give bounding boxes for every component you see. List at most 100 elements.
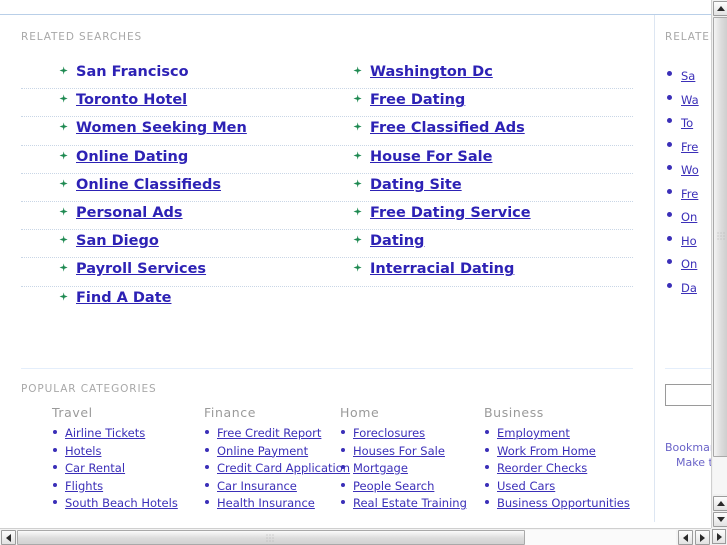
related-search-row: San Francisco Washington Dc (21, 61, 633, 90)
arrow-bullet-icon (59, 235, 68, 244)
right-sidebar: RELATED Sa Wa To Fre Wo Fre On Ho On Da Bookmark … (656, 15, 711, 522)
sidebar-search-input[interactable] (665, 384, 711, 406)
related-search-link[interactable]: Women Seeking Men (76, 120, 247, 136)
sidebar-related-link[interactable]: Fre (681, 187, 698, 201)
arrow-bullet-icon (59, 207, 68, 216)
category-link[interactable]: People Search (353, 479, 434, 493)
category-link[interactable]: Business Opportunities (497, 496, 630, 510)
category-link[interactable]: Flights (65, 479, 103, 493)
vertical-scrollbar[interactable] (711, 0, 727, 528)
grip-dots-icon (717, 232, 724, 242)
list-item: Ho (665, 230, 711, 254)
scroll-left-button[interactable] (1, 530, 16, 545)
related-search-link[interactable]: San Diego (76, 233, 159, 249)
category-link[interactable]: Used Cars (497, 479, 555, 493)
related-search-link[interactable]: Personal Ads (76, 205, 183, 221)
sidebar-related-link[interactable]: Wa (681, 93, 699, 107)
category-link[interactable]: Online Payment (217, 444, 308, 458)
triangle-right-icon (716, 532, 722, 541)
scroll-up-button[interactable] (713, 1, 727, 16)
related-search-link[interactable]: Free Dating (370, 92, 465, 108)
category-link[interactable]: Real Estate Training (353, 496, 467, 510)
arrow-bullet-icon (59, 94, 68, 103)
sidebar-related-link[interactable]: Sa (681, 69, 695, 83)
sidebar-related-link[interactable]: Ho (681, 234, 697, 248)
bullet-icon (205, 430, 209, 434)
category-link[interactable]: Employment (497, 426, 570, 440)
related-search-link[interactable]: House For Sale (370, 149, 492, 165)
related-search-row: Personal Ads Free Dating Service (21, 202, 633, 231)
bullet-icon (667, 235, 672, 241)
arrow-bullet-icon (59, 150, 68, 160)
related-search-cell: Online Classifieds (59, 177, 221, 193)
triangle-left-icon (6, 533, 11, 542)
category-link[interactable]: Foreclosures (353, 426, 425, 440)
related-search-link[interactable]: San Francisco (76, 64, 189, 80)
related-search-link[interactable]: Free Classified Ads (370, 120, 525, 136)
related-search-row: Online Dating House For Sale (21, 146, 633, 174)
list-item: Car Rental (52, 459, 202, 477)
triangle-left-icon (683, 533, 688, 542)
sidebar-related-link[interactable]: On (681, 257, 697, 271)
scroll-right-button[interactable] (695, 530, 710, 545)
list-item: Work From Home (484, 442, 634, 460)
horizontal-scrollbar[interactable] (0, 528, 711, 545)
category-link[interactable]: Health Insurance (217, 496, 315, 510)
list-item: People Search (340, 477, 490, 495)
related-search-link[interactable]: Find A Date (76, 290, 171, 306)
category-link[interactable]: Reorder Checks (497, 461, 587, 475)
sidebar-related-link[interactable]: To (681, 116, 693, 130)
sidebar-related-link[interactable]: Wo (681, 163, 699, 177)
window-corner-control[interactable] (711, 528, 727, 545)
related-search-link[interactable]: Interracial Dating (370, 261, 514, 277)
make-homepage-link[interactable]: Make thi (665, 455, 711, 470)
bullet-icon (667, 212, 672, 217)
category-link[interactable]: Hotels (65, 444, 101, 458)
list-item: Reorder Checks (484, 459, 634, 477)
related-search-link[interactable]: Toronto Hotel (76, 92, 187, 108)
category-link-list: Foreclosures Houses For Sale Mortgage Peopl… (340, 424, 490, 512)
list-item: Employment (484, 424, 634, 442)
related-search-cell: Dating Site (353, 177, 462, 193)
related-search-row: Online Classifieds Dating Site (21, 174, 633, 202)
horizontal-scrollbar-track[interactable] (17, 530, 676, 545)
bullet-icon (341, 430, 345, 434)
category-link[interactable]: Car Insurance (217, 479, 297, 493)
scroll-down-button[interactable] (713, 512, 727, 527)
list-item: On (665, 253, 711, 277)
category-link[interactable]: Airline Tickets (65, 426, 145, 440)
bookmark-link[interactable]: Bookmark (665, 440, 711, 455)
section-divider (21, 368, 633, 369)
sidebar-related-link[interactable]: Fre (681, 140, 698, 154)
sidebar-related-link[interactable]: On (681, 210, 697, 224)
related-search-link[interactable]: Payroll Services (76, 261, 206, 277)
arrow-bullet-icon (59, 66, 68, 75)
scroll-left-button-2[interactable] (678, 530, 693, 545)
category-column: Travel Airline Tickets Hotels Car Rental Fli… (52, 405, 202, 512)
category-link[interactable]: Houses For Sale (353, 444, 445, 458)
bullet-icon (485, 482, 489, 487)
category-link[interactable]: Credit Card Application (217, 461, 350, 475)
category-link[interactable]: Car Rental (65, 461, 125, 475)
list-item: South Beach Hotels (52, 494, 202, 512)
related-search-link[interactable]: Dating Site (370, 177, 462, 193)
category-title: Business (484, 405, 544, 420)
related-search-link[interactable]: Free Dating Service (370, 205, 531, 221)
list-item: Da (665, 277, 711, 301)
related-search-link[interactable]: Online Dating (76, 149, 188, 165)
category-link[interactable]: Work From Home (497, 444, 596, 458)
sidebar-related-link[interactable]: Da (681, 281, 697, 295)
list-item: Airline Tickets (52, 424, 202, 442)
related-search-link[interactable]: Dating (370, 233, 424, 249)
scroll-up-button-bottom[interactable] (713, 496, 727, 511)
horizontal-scrollbar-thumb[interactable] (17, 530, 525, 545)
category-link[interactable]: Free Credit Report (217, 426, 321, 440)
category-link[interactable]: South Beach Hotels (65, 496, 178, 510)
related-search-link[interactable]: Online Classifieds (76, 177, 221, 193)
category-link[interactable]: Mortgage (353, 461, 408, 475)
vertical-scrollbar-thumb[interactable] (713, 17, 727, 457)
list-item: Fre (665, 136, 711, 160)
vertical-scrollbar-track[interactable] (713, 17, 727, 494)
category-column: Home Foreclosures Houses For Sale Mortgage P… (340, 405, 490, 512)
related-search-link[interactable]: Washington Dc (370, 64, 493, 80)
